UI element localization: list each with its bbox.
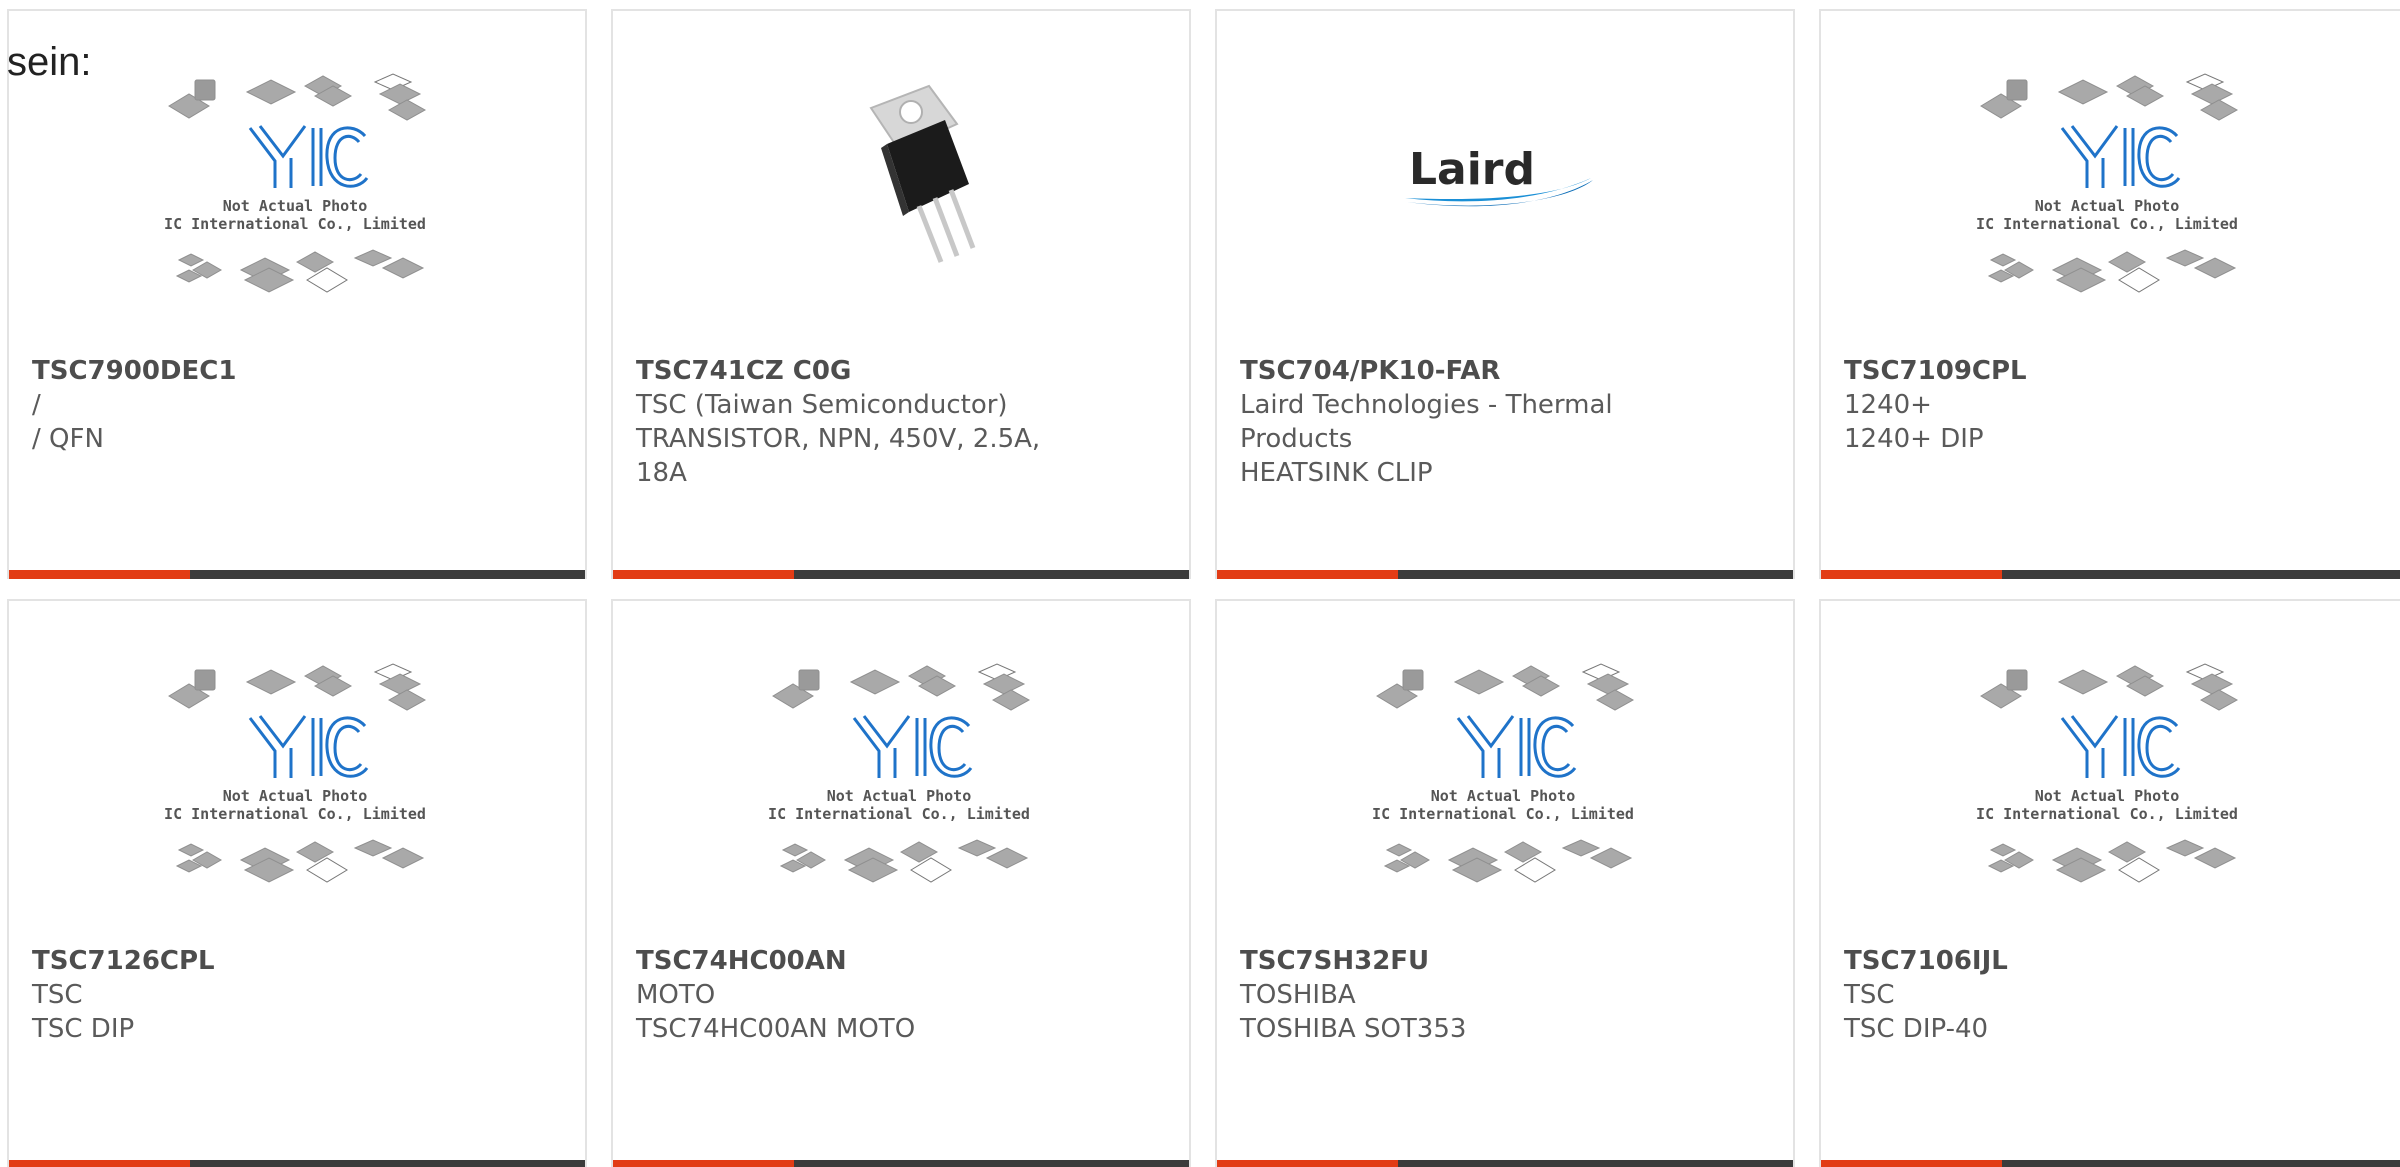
manufacturer: MOTO	[636, 980, 716, 1010]
description: 1240+ DIP	[1844, 424, 1984, 454]
part-number-link[interactable]: TSC7109CPL	[1844, 354, 2307, 388]
to220-transistor-icon	[869, 84, 976, 263]
card-bottom-bar	[1398, 570, 1793, 579]
product-image-placeholder	[615, 656, 1187, 946]
yic-placeholder-icon	[165, 662, 429, 884]
product-info: TSC741CZ C0G TSC (Taiwan Semiconductor) …	[636, 354, 1089, 490]
product-image: Laird	[1219, 66, 1791, 356]
manufacturer: Laird Technologies - Thermal Products	[1240, 390, 1613, 454]
card-bottom-bar	[2002, 570, 2400, 579]
yic-placeholder-icon	[1977, 72, 2241, 294]
yic-placeholder-icon	[1977, 662, 2241, 884]
description: TSC DIP-40	[1844, 1014, 1989, 1044]
manufacturer: /	[32, 390, 41, 420]
card-accent-bar	[9, 1160, 190, 1167]
product-card[interactable]: TSC7106IJL TSC TSC DIP-40	[1819, 599, 2400, 1167]
product-image	[615, 66, 1187, 356]
product-image-placeholder	[1823, 66, 2395, 356]
laird-logo-icon: Laird	[1405, 144, 1593, 207]
product-image-placeholder	[11, 656, 583, 946]
card-bottom-bar	[2002, 1160, 2400, 1167]
card-accent-bar	[1217, 570, 1398, 579]
card-bottom-bar	[794, 1160, 1189, 1167]
product-image-placeholder	[1219, 656, 1791, 946]
card-bottom-bar	[190, 1160, 585, 1167]
truncated-label: sein:	[7, 40, 92, 84]
card-bottom-bar	[190, 570, 585, 579]
description: HEATSINK CLIP	[1240, 458, 1433, 488]
product-card[interactable]: TSC7109CPL 1240+ 1240+ DIP	[1819, 9, 2400, 579]
product-card[interactable]: TSC741CZ C0G TSC (Taiwan Semiconductor) …	[611, 9, 1191, 579]
card-accent-bar	[613, 570, 794, 579]
card-accent-bar	[1217, 1160, 1398, 1167]
card-accent-bar	[1821, 570, 2002, 579]
product-image-placeholder	[11, 66, 583, 356]
part-number-link[interactable]: TSC704/PK10-FAR	[1240, 354, 1693, 388]
svg-text:Laird: Laird	[1409, 144, 1535, 195]
product-card[interactable]: TSC7SH32FU TOSHIBA TOSHIBA SOT353	[1215, 599, 1795, 1167]
product-info: TSC7SH32FU TOSHIBA TOSHIBA SOT353	[1240, 944, 1693, 1046]
yic-placeholder-icon	[769, 662, 1033, 884]
card-accent-bar	[613, 1160, 794, 1167]
product-card[interactable]: Laird TSC704/PK10-FAR Laird Technologies…	[1215, 9, 1795, 579]
product-info: TSC7900DEC1 / / QFN	[32, 354, 485, 456]
product-card[interactable]: TSC74HC00AN MOTO TSC74HC00AN MOTO	[611, 599, 1191, 1167]
product-info: TSC7106IJL TSC TSC DIP-40	[1844, 944, 2307, 1046]
manufacturer: TSC	[1844, 980, 1895, 1010]
product-info: TSC7109CPL 1240+ 1240+ DIP	[1844, 354, 2307, 456]
part-number-link[interactable]: TSC7900DEC1	[32, 354, 485, 388]
product-info: TSC74HC00AN MOTO TSC74HC00AN MOTO	[636, 944, 1089, 1046]
part-number-link[interactable]: TSC7126CPL	[32, 944, 485, 978]
manufacturer: TOSHIBA	[1240, 980, 1356, 1010]
product-image-placeholder	[1823, 656, 2395, 946]
card-accent-bar	[9, 570, 190, 579]
description: TOSHIBA SOT353	[1240, 1014, 1467, 1044]
yic-placeholder-icon	[165, 72, 429, 294]
product-grid: sein: TSC7900DEC1 / / QFN TSC741CZ C0G T…	[0, 0, 2400, 1167]
product-info: TSC704/PK10-FAR Laird Technologies - The…	[1240, 354, 1693, 490]
manufacturer: TSC (Taiwan Semiconductor)	[636, 390, 1008, 420]
product-card[interactable]: TSC7900DEC1 / / QFN	[7, 9, 587, 579]
manufacturer: 1240+	[1844, 390, 1932, 420]
card-accent-bar	[1821, 1160, 2002, 1167]
description: TRANSISTOR, NPN, 450V, 2.5A, 18A	[636, 424, 1041, 488]
description: TSC74HC00AN MOTO	[636, 1014, 916, 1044]
manufacturer: TSC	[32, 980, 83, 1010]
part-number-link[interactable]: TSC741CZ C0G	[636, 354, 1089, 388]
card-bottom-bar	[1398, 1160, 1793, 1167]
part-number-link[interactable]: TSC7SH32FU	[1240, 944, 1693, 978]
part-number-link[interactable]: TSC74HC00AN	[636, 944, 1089, 978]
part-number-link[interactable]: TSC7106IJL	[1844, 944, 2307, 978]
yic-placeholder-icon	[1373, 662, 1637, 884]
description: / QFN	[32, 424, 104, 454]
card-bottom-bar	[794, 570, 1189, 579]
product-card[interactable]: TSC7126CPL TSC TSC DIP	[7, 599, 587, 1167]
description: TSC DIP	[32, 1014, 135, 1044]
product-info: TSC7126CPL TSC TSC DIP	[32, 944, 485, 1046]
